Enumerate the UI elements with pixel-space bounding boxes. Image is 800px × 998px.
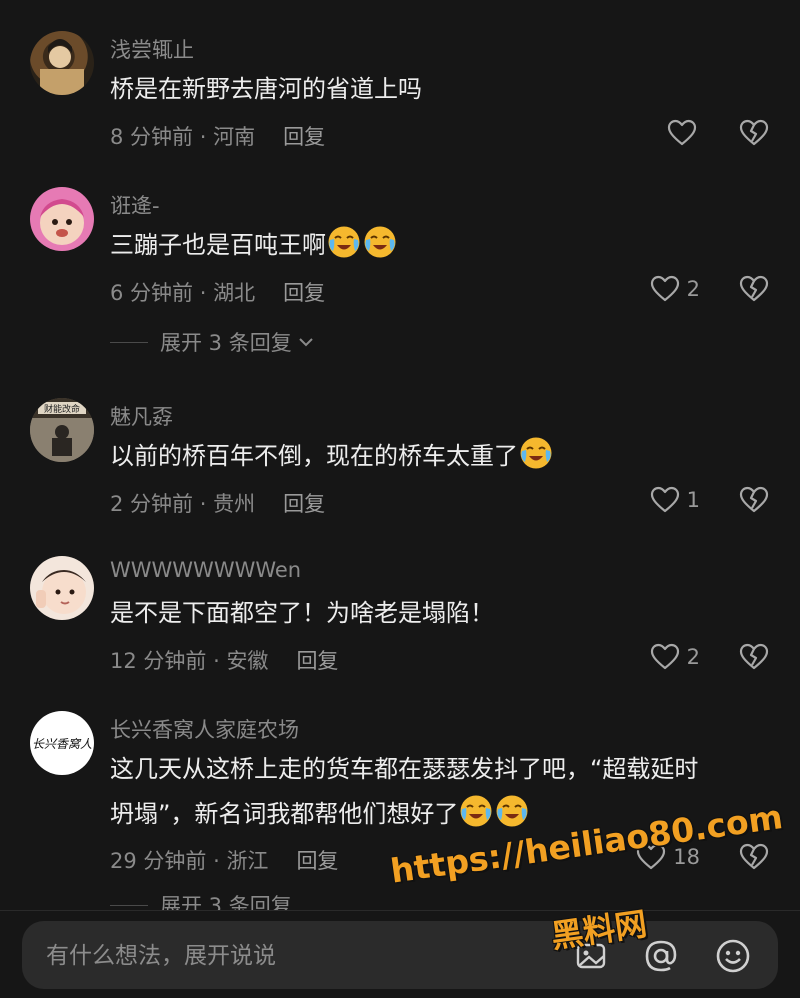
comment-meta: 8 分钟前 · 河南 回复	[110, 125, 326, 149]
comment-region: 河南	[213, 125, 256, 149]
broken-heart-icon[interactable]	[738, 841, 770, 873]
comment-input[interactable]	[44, 935, 548, 977]
comment-time: 8 分钟前	[110, 125, 194, 149]
divider	[110, 904, 148, 906]
like-count: 2	[686, 645, 700, 669]
comment-text: 三蹦子也是百吨王啊	[110, 223, 770, 268]
broken-heart-icon[interactable]	[738, 484, 770, 516]
like-button[interactable]: 2	[649, 273, 700, 305]
avatar[interactable]: 财能改命	[30, 398, 94, 462]
comment-region: 浙江	[226, 849, 269, 873]
crying-emoji-icon	[519, 436, 553, 470]
heart-icon	[649, 273, 681, 305]
username[interactable]: WWWWWWWWen	[110, 558, 301, 582]
expand-replies-button[interactable]: 展开 3 条回复	[110, 327, 316, 357]
like-button[interactable]: 1	[649, 484, 700, 516]
username[interactable]: 浅尝辄止	[110, 34, 194, 64]
comment-region: 贵州	[213, 492, 256, 516]
like-button[interactable]: 2	[649, 641, 700, 673]
comment-input-container[interactable]	[22, 921, 778, 989]
username[interactable]: 诳逄-	[110, 190, 160, 220]
reply-button[interactable]: 回复	[296, 649, 338, 673]
comment-text: 以前的桥百年不倒，现在的桥车太重了	[110, 434, 770, 479]
avatar[interactable]	[30, 31, 94, 95]
comment-text: 是不是下面都空了！为啥老是塌陷！	[110, 599, 494, 627]
crying-emoji-icon	[495, 794, 529, 828]
emoji-icon[interactable]	[714, 937, 752, 975]
avatar-logo-text: 长兴香窝人	[31, 736, 92, 751]
reply-button[interactable]: 回复	[283, 281, 325, 305]
like-button[interactable]	[666, 117, 698, 149]
comment-meta: 12 分钟前 · 安徽 回复	[110, 649, 339, 673]
svg-text:财能改命: 财能改命	[44, 403, 80, 415]
comment-meta: 2 分钟前 · 贵州 回复	[110, 492, 326, 516]
avatar[interactable]: 长兴香窝人	[30, 711, 94, 775]
comment-meta: 6 分钟前 · 湖北 回复	[110, 281, 326, 305]
avatar[interactable]	[30, 187, 94, 251]
username[interactable]: 长兴香窝人家庭农场	[110, 714, 299, 744]
heart-icon	[666, 117, 698, 149]
chevron-down-icon	[299, 338, 313, 347]
reply-button[interactable]: 回复	[283, 125, 325, 149]
crying-emoji-icon	[327, 225, 361, 259]
comment-region: 湖北	[213, 281, 256, 305]
comment-time: 29 分钟前	[110, 849, 207, 873]
crying-emoji-icon	[459, 794, 493, 828]
heart-icon	[649, 484, 681, 516]
avatar[interactable]	[30, 556, 94, 620]
like-count: 1	[686, 488, 700, 512]
reply-button[interactable]: 回复	[283, 492, 325, 516]
comment-input-bar	[0, 910, 800, 998]
comment-time: 12 分钟前	[110, 649, 207, 673]
comment-text: 桥是在新野去唐河的省道上吗	[110, 75, 422, 103]
comment-time: 6 分钟前	[110, 281, 194, 305]
comment-meta: 29 分钟前 · 浙江 回复	[110, 849, 339, 873]
username[interactable]: 魅凡孬	[110, 401, 173, 431]
comment-region: 安徽	[226, 649, 269, 673]
heart-icon	[649, 641, 681, 673]
broken-heart-icon[interactable]	[738, 273, 770, 305]
broken-heart-icon[interactable]	[738, 117, 770, 149]
broken-heart-icon[interactable]	[738, 641, 770, 673]
reply-button[interactable]: 回复	[296, 849, 338, 873]
crying-emoji-icon	[363, 225, 397, 259]
divider	[110, 341, 148, 343]
like-count: 2	[686, 277, 700, 301]
comment-time: 2 分钟前	[110, 492, 194, 516]
